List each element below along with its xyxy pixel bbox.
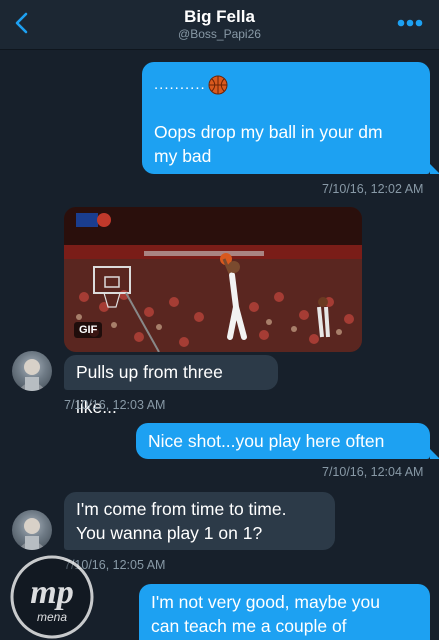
conversation-header: Big Fella @Boss_Papi26 [0, 0, 439, 50]
message-timestamp: 7/10/16, 12:04 AM [322, 465, 424, 479]
message-line: You wanna play 1 on 1? [76, 523, 263, 543]
basketball-gif-image [64, 207, 362, 352]
avatar[interactable] [12, 351, 52, 391]
gif-attachment[interactable]: GIF [64, 207, 362, 352]
avatar[interactable] [12, 510, 52, 550]
basketball-emoji-icon [208, 75, 228, 95]
message-bubble[interactable]: .......... Oops drop my ball in your dm … [142, 62, 430, 174]
watermark-brand-text: mena [37, 610, 67, 624]
message-line: can teach me a couple of [151, 616, 347, 636]
message-bubble[interactable]: Pulls up from three like... [64, 355, 278, 417]
message-bubble[interactable]: Nice shot...you play here often [136, 423, 430, 459]
message-line: I'm not very good, maybe you [151, 592, 381, 612]
message-timestamp: 7/10/16, 12:03 AM [64, 398, 166, 412]
message-bubble[interactable]: I'm come from time to time. You wanna pl… [64, 492, 335, 550]
conversation-title[interactable]: Big Fella [0, 7, 439, 27]
message-bubble[interactable]: I'm not very good, maybe you can teach m… [139, 584, 430, 640]
conversation-handle: @Boss_Papi26 [178, 27, 261, 41]
message-line: I'm come from time to time. [76, 499, 287, 519]
more-dots-icon [397, 19, 423, 27]
message-line: Oops drop my ball in your dm [154, 122, 383, 142]
gif-badge: GIF [74, 322, 103, 338]
message-timestamp: 7/10/16, 12:02 AM [322, 182, 424, 196]
more-options-button[interactable] [395, 12, 425, 34]
message-line: my bad [154, 146, 212, 166]
watermark-logo: mp mena [8, 553, 96, 640]
message-line: .......... [154, 72, 418, 98]
avatar-image [18, 359, 46, 391]
watermark-logo-text: mp [30, 574, 73, 611]
avatar-image [18, 518, 46, 550]
